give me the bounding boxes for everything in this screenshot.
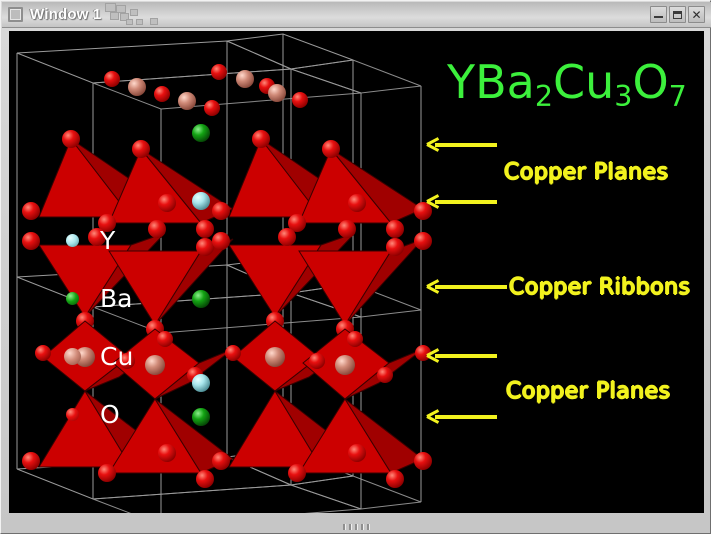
minimize-icon — [654, 16, 663, 18]
cu-atom-swatch-icon — [64, 347, 81, 365]
legend-item-cu: Cu — [64, 327, 133, 385]
chemical-formula: YBa2Cu3O7 — [447, 55, 687, 113]
minimize-button[interactable] — [650, 6, 667, 23]
annotation-label-copper-ribbons: Copper Ribbons — [509, 275, 691, 300]
arrow-shaft — [435, 354, 497, 358]
close-button[interactable]: ✕ — [688, 6, 705, 23]
close-icon: ✕ — [691, 7, 702, 22]
legend-item-y: Y — [64, 211, 133, 269]
copper-ribbon-layer-top — [104, 64, 308, 116]
ba-atom — [192, 124, 210, 142]
arrow-shaft — [435, 415, 497, 419]
y-atom — [192, 374, 210, 392]
arrow-shaft — [435, 200, 497, 204]
title-bar[interactable]: Window 1 ✕ — [2, 2, 711, 28]
annotation-label-copper-planes-top: Copper Planes — [504, 160, 669, 185]
annotation-arrow-planes-bottom-1 — [427, 348, 499, 362]
ba-atom — [192, 408, 210, 426]
legend-item-o: O — [64, 385, 133, 443]
window-menu-icon[interactable] — [8, 7, 23, 22]
o-atom-swatch-icon — [66, 407, 79, 421]
maximize-button[interactable] — [669, 6, 686, 23]
atom-legend: Y Ba Cu O — [64, 211, 133, 443]
legend-item-ba: Ba — [64, 269, 133, 327]
legend-label-cu: Cu — [100, 341, 134, 371]
y-atom-swatch-icon — [66, 233, 79, 247]
window-controls: ✕ — [650, 6, 705, 23]
application-window: Window 1 ✕ YBa2Cu3O7 Y Ba Cu O Copper Pl… — [0, 0, 711, 534]
annotation-arrow-planes-top-1 — [427, 137, 499, 151]
render-canvas[interactable]: YBa2Cu3O7 Y Ba Cu O Copper Planes Copper… — [9, 31, 704, 513]
maximize-icon — [673, 10, 682, 19]
annotation-label-copper-planes-bottom: Copper Planes — [506, 379, 671, 404]
resize-grip[interactable] — [1, 522, 711, 531]
legend-label-o: O — [100, 399, 120, 429]
copper-ribbon-layer-bottom — [104, 475, 120, 491]
titlebar-decoration — [103, 2, 193, 27]
window-title: Window 1 — [30, 6, 102, 23]
titlebar-drag-area[interactable] — [193, 2, 650, 27]
annotation-arrow-ribbons — [427, 279, 513, 293]
y-atom — [192, 192, 210, 210]
arrow-shaft — [435, 285, 507, 289]
ba-atom — [192, 290, 210, 308]
legend-label-ba: Ba — [100, 283, 133, 313]
legend-label-y: Y — [100, 225, 116, 255]
arrow-shaft — [435, 143, 497, 147]
annotation-arrow-planes-bottom-2 — [427, 409, 499, 423]
annotation-arrow-planes-top-2 — [427, 194, 499, 208]
ba-atom-swatch-icon — [66, 291, 79, 305]
